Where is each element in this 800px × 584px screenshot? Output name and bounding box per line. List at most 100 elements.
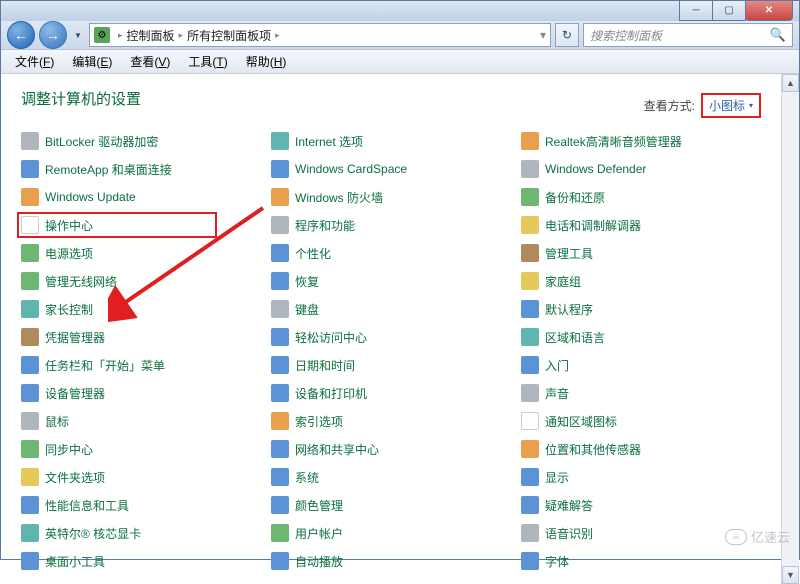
refresh-button[interactable]: ↻ (555, 23, 579, 47)
control-panel-item[interactable]: 疑难解答 (521, 492, 761, 518)
item-label: 家长控制 (45, 301, 93, 318)
view-mode-dropdown[interactable]: 小图标 ▾ (701, 93, 761, 118)
item-icon (521, 272, 539, 290)
item-label: 自动播放 (295, 553, 343, 570)
control-panel-item[interactable]: 任务栏和「开始」菜单 (21, 352, 261, 378)
item-icon (21, 552, 39, 570)
scroll-down-button[interactable]: ▼ (782, 566, 799, 584)
item-label: 操作中心 (45, 217, 93, 234)
vertical-scrollbar[interactable]: ▲ ▼ (781, 74, 799, 584)
address-bar: ← → ▼ ⚙ ▸ 控制面板 ▸ 所有控制面板项 ▸ ▾ ↻ 搜索控制面板 🔍 (1, 21, 799, 50)
control-panel-item[interactable]: 自动播放 (271, 548, 511, 574)
breadcrumb-field[interactable]: ⚙ ▸ 控制面板 ▸ 所有控制面板项 ▸ ▾ (89, 23, 551, 47)
control-panel-item[interactable]: BitLocker 驱动器加密 (21, 128, 261, 154)
control-panel-item[interactable]: 鼠标 (21, 408, 261, 434)
control-panel-item[interactable]: 字体 (521, 548, 761, 574)
item-label: 个性化 (295, 245, 331, 262)
control-panel-item[interactable]: 管理无线网络 (21, 268, 261, 294)
view-mode-value: 小图标 (709, 97, 745, 114)
control-panel-item[interactable]: 入门 (521, 352, 761, 378)
control-panel-item[interactable]: 用户帐户 (271, 520, 511, 546)
control-panel-item[interactable]: 声音 (521, 380, 761, 406)
control-panel-item[interactable]: 位置和其他传感器 (521, 436, 761, 462)
control-panel-item[interactable]: 系统 (271, 464, 511, 490)
control-panel-item[interactable]: Windows Defender (521, 156, 761, 182)
item-label: 管理工具 (545, 245, 593, 262)
control-panel-item[interactable]: 电话和调制解调器 (521, 212, 761, 238)
menu-h[interactable]: 帮助(H) (238, 50, 295, 73)
control-panel-item[interactable]: 显示 (521, 464, 761, 490)
control-panel-item[interactable]: 同步中心 (21, 436, 261, 462)
control-panel-item[interactable]: 索引选项 (271, 408, 511, 434)
control-panel-item[interactable]: 家长控制 (21, 296, 261, 322)
control-panel-item[interactable]: 通知区域图标 (521, 408, 761, 434)
control-panel-item[interactable]: 网络和共享中心 (271, 436, 511, 462)
control-panel-item[interactable]: 备份和还原 (521, 184, 761, 210)
chevron-down-icon: ▾ (749, 101, 753, 110)
item-icon (271, 160, 289, 178)
menu-e[interactable]: 编辑(E) (64, 50, 120, 73)
control-panel-item[interactable]: 设备和打印机 (271, 380, 511, 406)
control-panel-item[interactable]: 设备管理器 (21, 380, 261, 406)
item-icon (21, 244, 39, 262)
minimize-button[interactable]: ─ (679, 1, 713, 21)
item-label: 鼠标 (45, 413, 69, 430)
control-panel-item[interactable]: 文件夹选项 (21, 464, 261, 490)
control-panel-item[interactable]: 颜色管理 (271, 492, 511, 518)
search-icon[interactable]: 🔍 (770, 27, 786, 43)
item-icon (271, 412, 289, 430)
item-icon (21, 356, 39, 374)
item-label: 语音识别 (545, 525, 593, 542)
breadcrumb-sep-icon: ▸ (275, 30, 280, 41)
content-area: 调整计算机的设置 查看方式: 小图标 ▾ BitLocker 驱动器加密Inte… (1, 74, 799, 584)
item-icon (21, 160, 39, 178)
maximize-button[interactable]: ▢ (712, 1, 746, 21)
control-panel-item[interactable]: Windows CardSpace (271, 156, 511, 182)
item-icon (271, 440, 289, 458)
control-panel-item[interactable]: 语音识别 (521, 520, 761, 546)
control-panel-item[interactable]: 程序和功能 (271, 212, 511, 238)
item-icon (21, 132, 39, 150)
scroll-track[interactable] (782, 92, 799, 566)
control-panel-item[interactable]: 桌面小工具 (21, 548, 261, 574)
control-panel-item[interactable]: Windows Update (21, 184, 261, 210)
control-panel-item[interactable]: 恢复 (271, 268, 511, 294)
control-panel-item[interactable]: 键盘 (271, 296, 511, 322)
control-panel-item[interactable]: 凭据管理器 (21, 324, 261, 350)
control-panel-item[interactable]: 轻松访问中心 (271, 324, 511, 350)
close-button[interactable]: ✕ (745, 1, 793, 21)
breadcrumb-leaf[interactable]: 所有控制面板项 (187, 27, 271, 44)
control-panel-item[interactable]: 默认程序 (521, 296, 761, 322)
control-panel-item[interactable]: 操作中心 (17, 212, 217, 238)
item-label: Internet 选项 (295, 133, 363, 150)
breadcrumb-root[interactable]: 控制面板 (127, 27, 175, 44)
control-panel-window: ─ ▢ ✕ ← → ▼ ⚙ ▸ 控制面板 ▸ 所有控制面板项 ▸ ▾ ↻ 搜索控… (0, 0, 800, 560)
control-panel-item[interactable]: 性能信息和工具 (21, 492, 261, 518)
menu-v[interactable]: 查看(V) (122, 50, 178, 73)
view-mode-label: 查看方式: (644, 97, 695, 114)
control-panel-item[interactable]: 电源选项 (21, 240, 261, 266)
forward-button[interactable]: → (39, 21, 67, 49)
back-button[interactable]: ← (7, 21, 35, 49)
menu-bar: 文件(F)编辑(E)查看(V)工具(T)帮助(H) (1, 50, 799, 74)
item-label: 默认程序 (545, 301, 593, 318)
control-panel-item[interactable]: 区域和语言 (521, 324, 761, 350)
control-panel-item[interactable]: Windows 防火墙 (271, 184, 511, 210)
search-input[interactable]: 搜索控制面板 🔍 (583, 23, 793, 47)
menu-t[interactable]: 工具(T) (180, 50, 235, 73)
control-panel-item[interactable]: 个性化 (271, 240, 511, 266)
control-panel-item[interactable]: 日期和时间 (271, 352, 511, 378)
item-label: 疑难解答 (545, 497, 593, 514)
control-panel-item[interactable]: 家庭组 (521, 268, 761, 294)
nav-history-dropdown[interactable]: ▼ (71, 21, 85, 49)
address-dropdown-icon[interactable]: ▾ (540, 28, 546, 42)
item-icon (271, 524, 289, 542)
control-panel-item[interactable]: 英特尔® 核芯显卡 (21, 520, 261, 546)
scroll-up-button[interactable]: ▲ (782, 74, 799, 92)
control-panel-item[interactable]: 管理工具 (521, 240, 761, 266)
item-icon (521, 524, 539, 542)
control-panel-item[interactable]: RemoteApp 和桌面连接 (21, 156, 261, 182)
menu-f[interactable]: 文件(F) (7, 50, 62, 73)
control-panel-item[interactable]: Internet 选项 (271, 128, 511, 154)
control-panel-item[interactable]: Realtek高清晰音频管理器 (521, 128, 761, 154)
